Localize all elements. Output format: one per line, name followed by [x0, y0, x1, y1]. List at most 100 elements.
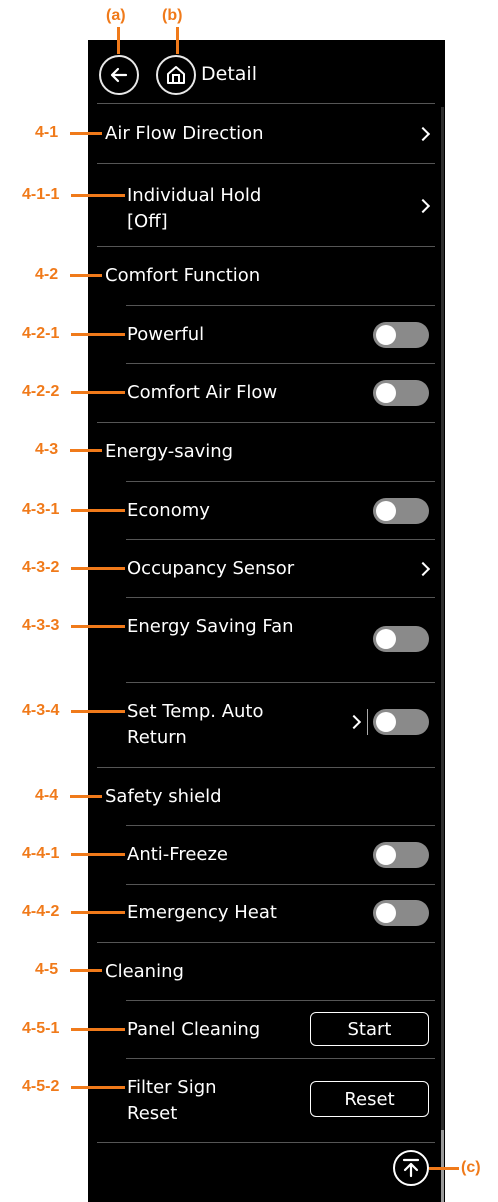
individual-hold-item[interactable]: Individual Hold — [127, 183, 261, 209]
home-icon — [167, 66, 185, 84]
energy-saving-fan-toggle[interactable] — [373, 626, 429, 652]
divider — [97, 103, 435, 104]
arrow-left-icon — [110, 67, 128, 83]
callout-line — [71, 509, 125, 512]
divider — [97, 942, 435, 943]
callout-4-5-2: 4-5-2 — [22, 1078, 60, 1095]
anti-freeze-toggle[interactable] — [373, 842, 429, 868]
callout-4-1: 4-1 — [35, 124, 59, 141]
powerful-label: Powerful — [127, 324, 205, 345]
toggle-knob — [376, 903, 396, 923]
callout-4-5: 4-5 — [35, 961, 59, 978]
callout-a-label: (a) — [106, 7, 126, 24]
anti-freeze-label: Anti-Freeze — [127, 844, 228, 865]
scroll-to-top-icon — [402, 1158, 420, 1178]
scrollbar-track[interactable] — [441, 107, 444, 1202]
economy-toggle[interactable] — [373, 498, 429, 524]
callout-c-line — [429, 1167, 459, 1170]
comfort-air-flow-toggle[interactable] — [373, 380, 429, 406]
reset-button[interactable]: Reset — [310, 1081, 429, 1117]
callout-line — [71, 333, 125, 336]
divider — [126, 481, 435, 482]
home-button[interactable] — [156, 55, 196, 95]
divider — [97, 163, 435, 164]
comfort-air-flow-label: Comfort Air Flow — [127, 382, 278, 403]
set-temp-auto-return-label-line2: Return — [127, 727, 187, 748]
callout-4-4-2: 4-4-2 — [22, 903, 60, 920]
emergency-heat-toggle[interactable] — [373, 900, 429, 926]
callout-4-2-1: 4-2-1 — [22, 325, 60, 342]
callout-line — [70, 132, 102, 135]
callout-4-3-2: 4-3-2 — [22, 559, 60, 576]
callout-line — [71, 194, 125, 197]
callout-line — [71, 911, 125, 914]
callout-4-3: 4-3 — [35, 441, 59, 458]
callout-4-4-1: 4-4-1 — [22, 845, 60, 862]
callout-4-4: 4-4 — [35, 787, 59, 804]
callout-line — [71, 391, 125, 394]
callout-line — [71, 853, 125, 856]
callout-4-2: 4-2 — [35, 266, 59, 283]
safety-shield-heading: Safety shield — [105, 786, 222, 807]
divider — [97, 422, 435, 423]
callout-4-5-1: 4-5-1 — [22, 1020, 60, 1037]
divider — [126, 539, 435, 540]
divider — [97, 767, 435, 768]
toggle-knob — [376, 325, 396, 345]
back-button[interactable] — [99, 55, 139, 95]
set-temp-auto-return-item[interactable]: Set Temp. Auto — [127, 699, 264, 725]
economy-label: Economy — [127, 500, 210, 521]
callout-4-3-1: 4-3-1 — [22, 501, 60, 518]
toggle-knob — [376, 501, 396, 521]
toggle-knob — [376, 712, 396, 732]
callout-line — [71, 710, 125, 713]
callout-line — [71, 1028, 125, 1031]
panel-cleaning-label: Panel Cleaning — [127, 1019, 261, 1040]
scroll-to-top-button[interactable] — [393, 1150, 429, 1186]
divider — [126, 1000, 435, 1001]
callout-4-3-3: 4-3-3 — [22, 617, 60, 634]
divider — [126, 884, 435, 885]
occupancy-sensor-item[interactable]: Occupancy Sensor — [127, 556, 294, 582]
toggle-knob — [376, 629, 396, 649]
divider — [97, 1142, 435, 1143]
callout-4-3-4: 4-3-4 — [22, 702, 60, 719]
callout-line — [71, 625, 125, 628]
start-button[interactable]: Start — [310, 1012, 429, 1046]
callout-line — [70, 795, 102, 798]
toggle-knob — [376, 845, 396, 865]
divider — [97, 246, 435, 247]
callout-4-2-2: 4-2-2 — [22, 383, 60, 400]
filter-sign-reset-label: Filter Sign — [127, 1077, 217, 1098]
divider — [126, 363, 435, 364]
comfort-function-heading: Comfort Function — [105, 265, 261, 286]
page-title: Detail — [201, 63, 257, 85]
divider — [126, 825, 435, 826]
toggle-knob — [376, 383, 396, 403]
emergency-heat-label: Emergency Heat — [127, 902, 277, 923]
powerful-toggle[interactable] — [373, 322, 429, 348]
divider — [126, 682, 435, 683]
callout-b-line — [176, 27, 179, 54]
individual-hold-status: [Off] — [127, 211, 168, 232]
callout-4-1-1: 4-1-1 — [22, 186, 60, 203]
energy-saving-fan-label: Energy Saving Fan — [127, 616, 294, 637]
scrollbar-thumb[interactable] — [441, 1130, 444, 1202]
callout-line — [70, 449, 102, 452]
callout-line — [71, 1086, 125, 1089]
divider — [126, 305, 435, 306]
filter-sign-reset-label-line2: Reset — [127, 1103, 178, 1124]
callout-a-line — [117, 27, 120, 54]
callout-line — [70, 969, 102, 972]
energy-saving-heading: Energy-saving — [105, 441, 234, 462]
callout-c-label: (c) — [461, 1159, 481, 1176]
callout-line — [70, 274, 102, 277]
set-temp-auto-return-toggle[interactable] — [373, 709, 429, 735]
separator — [367, 709, 368, 735]
divider — [126, 597, 435, 598]
air-flow-direction-item[interactable]: Air Flow Direction — [105, 121, 264, 147]
callout-b-label: (b) — [162, 7, 183, 24]
cleaning-heading: Cleaning — [105, 961, 184, 982]
divider — [126, 1058, 435, 1059]
callout-line — [71, 567, 125, 570]
